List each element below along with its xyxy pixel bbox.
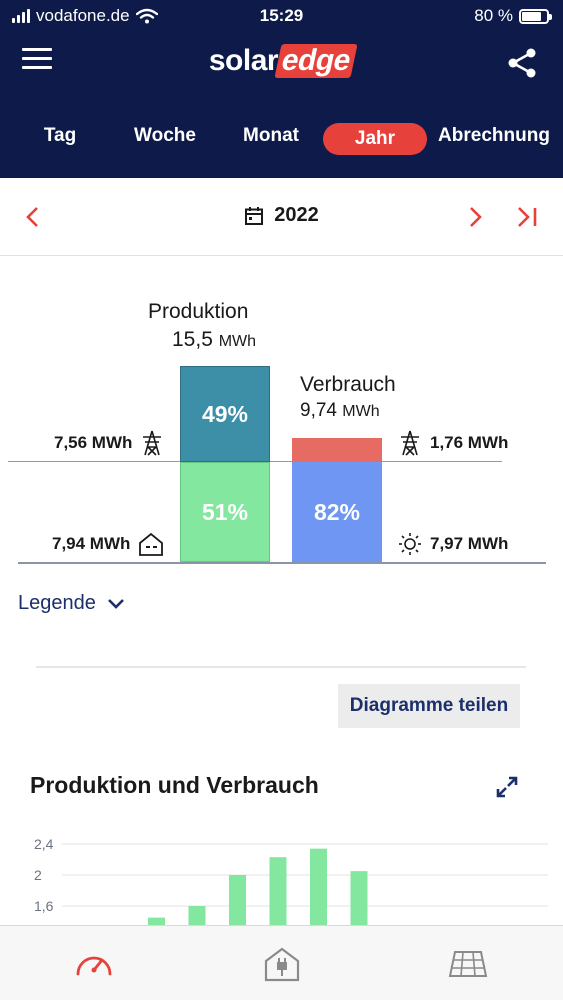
tab-jahr[interactable]: Jahr [323,123,427,155]
self-consumption-value: 7,94 MWh [52,534,131,553]
y-tick-label: 2 [34,867,42,883]
legend-toggle[interactable]: Legende [18,592,126,615]
period-label: 2022 [274,204,319,226]
status-bar: vodafone.de 15:29 80 % [0,0,563,32]
date-navigator: 2022 [0,178,563,256]
chevron-down-icon [107,598,124,609]
production-consumption-title: Produktion und Verbrauch [30,772,319,798]
share-diagrams-button[interactable]: Diagramme teilen [338,684,520,728]
solar-value: 7,97 MWh [430,534,509,553]
legend-label: Legende [18,592,96,614]
solar-info: 7,97 MWh [398,532,508,556]
production-consumption-chart: 2,4 2 1,6 [34,836,548,926]
bottom-navigation [0,925,563,1000]
import-info: 1,76 MWh [398,430,508,456]
self-consumption-bar[interactable]: 51% [180,462,270,562]
speedometer-icon[interactable] [74,946,114,982]
expand-icon[interactable] [495,775,519,799]
tab-abrechnung[interactable]: Abrechnung [432,120,556,152]
chart-bar[interactable] [269,857,287,926]
production-label: Produktion [148,300,249,323]
chart-bar[interactable] [188,906,206,926]
consumption-label: Verbrauch [300,373,396,396]
chart-bar[interactable] [310,848,327,926]
share-icon[interactable] [505,46,539,80]
power-tower-icon [143,430,162,456]
energy-balance: Produktion 15,5 MWh Verbrauch 9,74 MWh 4… [0,256,563,576]
sun-icon [399,533,421,555]
chevron-right-icon[interactable] [462,204,488,230]
chart-bar[interactable] [350,871,368,926]
tab-monat[interactable]: Monat [232,120,310,152]
home-icon [139,532,164,556]
solaredge-logo: solaredge [0,44,563,78]
consumption-value: 9,74 MWh [300,400,380,421]
baseline [18,562,546,564]
app-header: vodafone.de 15:29 80 % solaredge Tag Woc… [0,0,563,178]
chart-bar[interactable] [229,875,246,926]
import-bar[interactable] [292,438,382,462]
export-bar[interactable]: 49% [180,366,270,462]
period-tabs: Tag Woche Monat Jahr Abrechnung [0,120,563,156]
calendar-icon [245,206,264,225]
self-consumption-info: 7,94 MWh [52,532,164,556]
y-tick-label: 1,6 [34,898,54,914]
production-value: 15,5 MWh [172,328,257,351]
solar-panel-icon[interactable] [448,946,488,982]
power-tower-icon [401,430,419,456]
solar-consumption-bar[interactable]: 82% [292,462,382,562]
house-plug-icon[interactable] [262,946,302,982]
section-divider [36,666,526,668]
export-info: 7,56 MWh [54,430,164,456]
skip-to-last-icon[interactable] [514,204,540,230]
y-tick-label: 2,4 [34,836,54,852]
export-value: 7,56 MWh [54,433,133,452]
tab-tag[interactable]: Tag [34,120,86,152]
battery-percent: 80 % [474,6,513,25]
import-value: 1,76 MWh [430,433,509,452]
battery-icon [519,8,552,24]
tab-woche[interactable]: Woche [124,120,206,152]
